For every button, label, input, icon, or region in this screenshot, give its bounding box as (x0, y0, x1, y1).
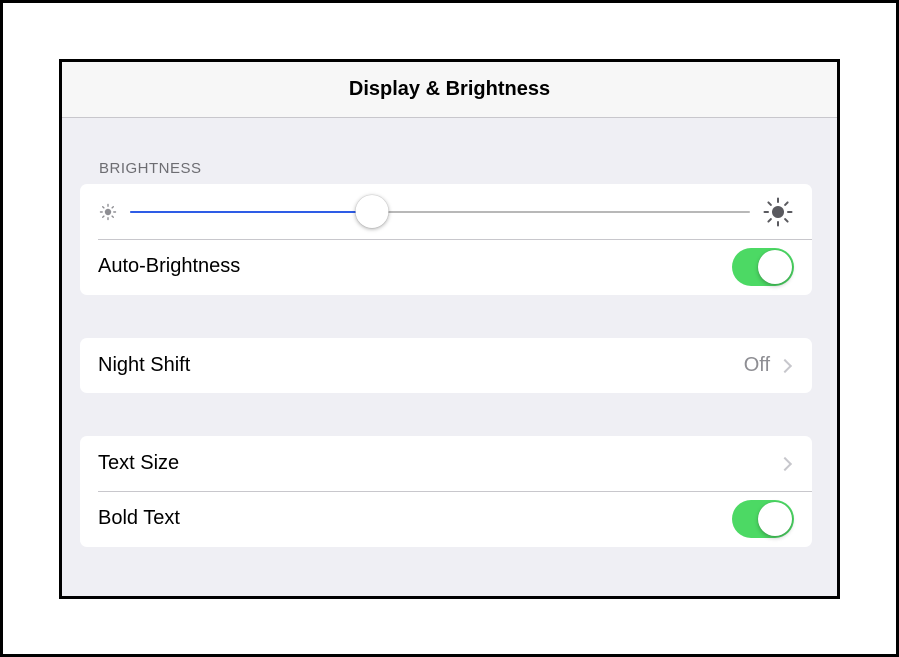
page-title: Display & Brightness (348, 78, 551, 100)
auto-brightness-label: Auto-Brightness (98, 255, 241, 277)
settings-screen: Display & Brightness BRIGHTNESS Auto-Bri… (59, 59, 840, 599)
bold-text-toggle-knob (758, 501, 792, 536)
auto-brightness-toggle[interactable] (732, 247, 794, 286)
text-group: Text Size Bold Text (80, 436, 812, 547)
brightness-slider-row (80, 184, 812, 239)
text-size-row[interactable]: Text Size (80, 436, 812, 491)
bold-text-row: Bold Text (80, 491, 812, 546)
sun-small-icon (98, 202, 118, 222)
bold-text-toggle[interactable] (732, 499, 794, 538)
text-size-label: Text Size (98, 452, 180, 474)
bold-text-label: Bold Text (98, 507, 180, 529)
night-shift-row[interactable]: Night Shift Off (80, 338, 812, 393)
chevron-right-icon (777, 358, 793, 373)
brightness-group: Auto-Brightness (80, 184, 812, 295)
brightness-slider[interactable] (130, 194, 750, 228)
brightness-section-header: BRIGHTNESS (99, 160, 202, 177)
brightness-slider-knob[interactable] (355, 194, 389, 228)
navigation-bar: Display & Brightness (62, 62, 837, 118)
night-shift-label: Night Shift (98, 354, 191, 376)
night-shift-value: Off (743, 354, 770, 376)
night-shift-group: Night Shift Off (80, 338, 812, 393)
brightness-slider-fill (130, 210, 372, 213)
chevron-right-icon (777, 456, 793, 471)
auto-brightness-toggle-knob (758, 249, 792, 284)
sun-large-icon (762, 196, 794, 228)
auto-brightness-row: Auto-Brightness (80, 239, 812, 294)
